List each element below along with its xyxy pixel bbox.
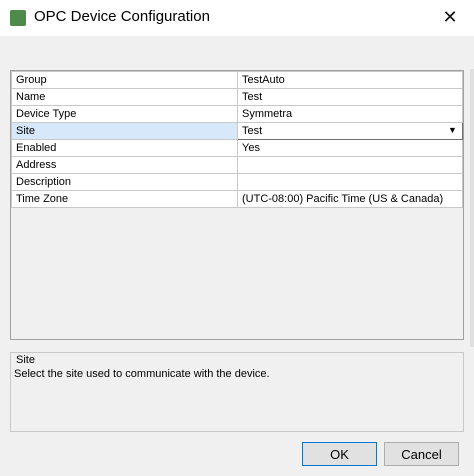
property-row-address[interactable]: Address (11, 156, 463, 174)
property-row-time-zone[interactable]: Time Zone (UTC-08:00) Pacific Time (US &… (11, 190, 463, 208)
property-value[interactable]: TestAuto (237, 71, 463, 89)
cancel-button[interactable]: Cancel (384, 442, 459, 466)
property-label: Description (11, 173, 238, 191)
property-value[interactable]: Test (237, 88, 463, 106)
property-value[interactable]: Symmetra (237, 105, 463, 123)
property-label: Name (11, 88, 238, 106)
window-edge-scrollbar[interactable] (470, 69, 474, 347)
window-title: OPC Device Configuration (34, 8, 210, 25)
help-panel: Site Select the site used to communicate… (10, 352, 464, 432)
site-dropdown[interactable]: Test ▼ (237, 122, 463, 140)
property-value[interactable] (237, 173, 463, 191)
property-label: Group (11, 71, 238, 89)
property-row-enabled[interactable]: Enabled Yes (11, 139, 463, 157)
property-label: Device Type (11, 105, 238, 123)
gear-icon (10, 10, 26, 26)
property-grid: Group TestAuto Name Test Device Type Sym… (10, 70, 464, 340)
property-label: Address (11, 156, 238, 174)
property-row-name[interactable]: Name Test (11, 88, 463, 106)
dialog-window: OPC Device Configuration ✕ Group TestAut… (0, 0, 474, 476)
help-panel-title: Site (16, 354, 35, 366)
dialog-footer: OK Cancel (0, 436, 474, 476)
close-button[interactable]: ✕ (436, 4, 464, 30)
property-table: Group TestAuto Name Test Device Type Sym… (11, 71, 463, 208)
property-label: Time Zone (11, 190, 238, 208)
property-row-device-type[interactable]: Device Type Symmetra (11, 105, 463, 123)
site-dropdown-value: Test (242, 125, 263, 137)
property-row-site[interactable]: Site Test ▼ (11, 122, 463, 140)
chevron-down-icon[interactable]: ▼ (448, 125, 458, 135)
property-row-group[interactable]: Group TestAuto (11, 71, 463, 89)
property-label: Site (11, 122, 238, 140)
property-value[interactable]: Yes (237, 139, 463, 157)
property-label: Enabled (11, 139, 238, 157)
property-value[interactable] (237, 156, 463, 174)
property-row-description[interactable]: Description (11, 173, 463, 191)
property-value[interactable]: (UTC-08:00) Pacific Time (US & Canada) (237, 190, 463, 208)
title-bar: OPC Device Configuration ✕ (0, 0, 474, 36)
help-panel-description: Select the site used to communicate with… (14, 368, 270, 380)
ok-button[interactable]: OK (302, 442, 377, 466)
